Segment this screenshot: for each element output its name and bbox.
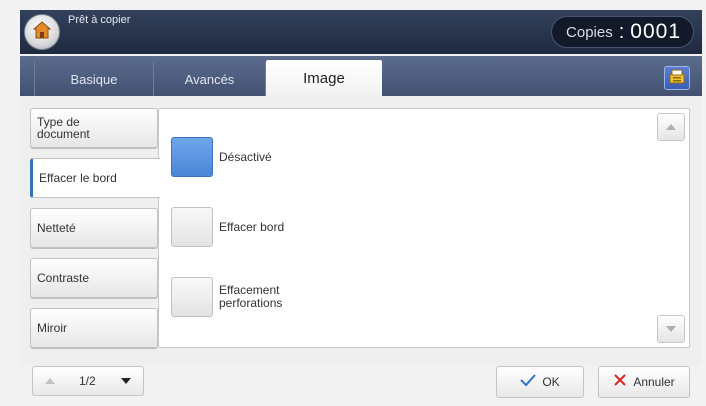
tab-basic[interactable]: Basique <box>34 62 154 96</box>
sidebar-item-sharpness[interactable]: Netteté <box>30 208 158 248</box>
cancel-label: Annuler <box>633 375 675 389</box>
option-label: Désactivé <box>219 149 272 164</box>
option-checkbox[interactable] <box>171 207 213 247</box>
sidebar-item-label: Type de document <box>37 115 90 141</box>
options-scrollbar[interactable] <box>657 113 685 343</box>
sidebar-item-label: Miroir <box>37 321 67 335</box>
option-label: Effacer bord <box>219 219 285 234</box>
tab-bar: Basique Avancés Image <box>20 56 702 96</box>
tab-image[interactable]: Image <box>266 60 382 96</box>
ok-button[interactable]: OK <box>496 366 584 398</box>
copies-separator: : <box>618 20 625 43</box>
main-content: Type de document Effacer le bord Netteté… <box>20 96 702 366</box>
scroll-up-button[interactable] <box>657 113 685 141</box>
page-up-button[interactable] <box>35 367 65 395</box>
triangle-down-icon <box>665 320 677 338</box>
triangle-down-icon <box>120 372 132 390</box>
close-icon <box>613 373 627 391</box>
sidebar-item-label: Effacer le bord <box>39 171 117 185</box>
cancel-button[interactable]: Annuler <box>598 366 690 398</box>
sidebar-item-edge-erase[interactable]: Effacer le bord <box>30 158 160 198</box>
status-text: Prêt à copier <box>68 14 131 26</box>
copies-label: Copies <box>566 23 613 41</box>
ok-label: OK <box>542 375 560 389</box>
job-status-button[interactable] <box>664 66 690 90</box>
option-erase-edge[interactable]: Effacer bord <box>171 207 284 247</box>
option-hole-punch-erase[interactable]: Effacement perforations <box>171 277 299 317</box>
sidebar-item-contrast[interactable]: Contraste <box>30 258 158 298</box>
page-down-button[interactable] <box>111 367 141 395</box>
option-checkbox[interactable] <box>171 277 213 317</box>
sidebar-item-label: Contraste <box>37 271 90 285</box>
sidebar-item-label: Netteté <box>37 221 76 235</box>
option-label: Effacement perforations <box>219 283 283 310</box>
triangle-up-icon <box>44 372 56 390</box>
check-icon <box>520 373 537 391</box>
copy-screen: Prêt à copier Copies : 0001 Basique Avan… <box>0 0 706 406</box>
page-indicator: 1/2 <box>79 374 96 388</box>
copies-counter[interactable]: Copies : 0001 <box>551 16 694 48</box>
scroll-down-button[interactable] <box>657 315 685 343</box>
job-status-icon <box>668 68 686 89</box>
home-icon <box>31 19 53 46</box>
option-checkbox[interactable] <box>171 137 213 177</box>
copies-value: 0001 <box>630 20 681 43</box>
tab-advanced[interactable]: Avancés <box>154 62 266 96</box>
sidebar-item-document-type[interactable]: Type de document <box>30 108 158 148</box>
option-off[interactable]: Désactivé <box>171 137 272 177</box>
home-button[interactable] <box>24 14 60 50</box>
options-panel: Désactivé Effacer bord Effacement perfor… <box>158 108 690 348</box>
header-bar: Prêt à copier Copies : 0001 <box>20 10 702 54</box>
triangle-up-icon <box>665 118 677 136</box>
sidebar-item-mirror[interactable]: Miroir <box>30 308 158 348</box>
page-navigator: 1/2 <box>32 366 144 396</box>
